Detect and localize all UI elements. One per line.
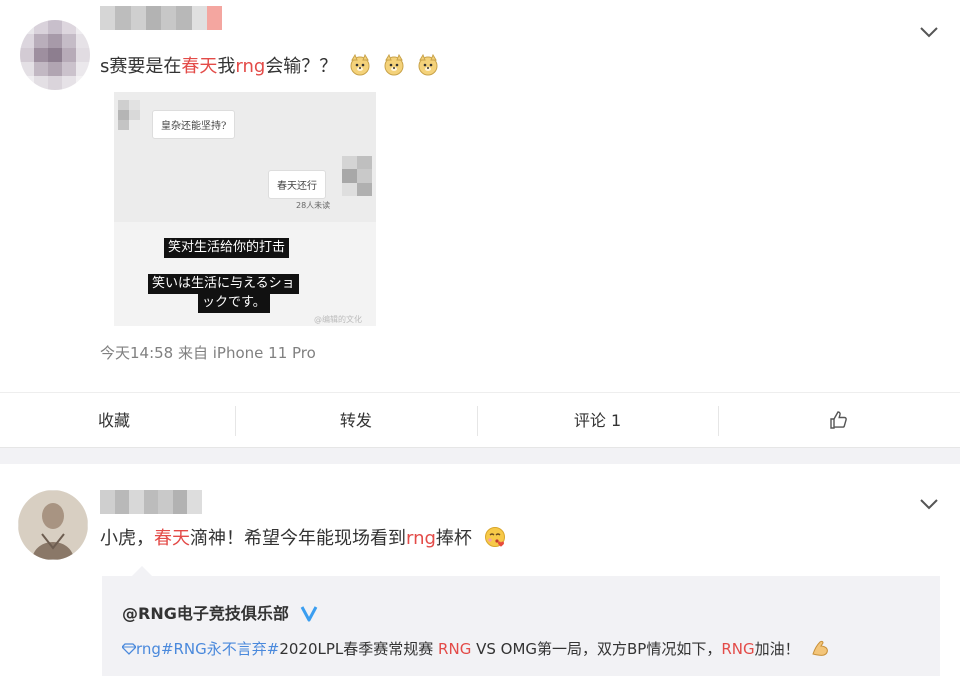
favorite-button[interactable]: 收藏 [0, 406, 235, 436]
weibo-reply-card: 小虎，春天滴神！希望今年能现场看到rng捧杯 @RNG电子竞技俱乐部 rng#R… [0, 464, 960, 676]
verified-icon [301, 606, 318, 622]
post-meta: 今天14:58 来自 iPhone 11 Pro [100, 344, 316, 362]
doge-emoji-icon [384, 54, 404, 76]
avatar-image [18, 490, 88, 560]
kiss-emoji-icon [484, 527, 505, 547]
chat-bubble-left: 皇杂还能坚持? [152, 110, 236, 139]
quote-arrow [132, 566, 152, 576]
read-count: 28人未读 [296, 201, 331, 210]
avatar-mosaic [20, 20, 90, 90]
watermark: @编辑的文化 [314, 315, 362, 324]
repost-button[interactable]: 转发 [235, 405, 477, 436]
chevron-down-icon[interactable] [918, 24, 940, 40]
post-text-highlight: rng [235, 56, 266, 77]
like-button[interactable] [718, 405, 960, 436]
quote-body-part: VS OMG第一局，双方BP情况如下， [471, 640, 722, 658]
favorite-label: 收藏 [98, 410, 131, 430]
post-text-highlight: 春天 [181, 56, 218, 77]
username-blurred[interactable] [100, 6, 222, 30]
post-image[interactable]: 皇杂还能坚持? 春天还行 28人未读 笑对生活给你的打击 笑いは生活に与えるショ… [114, 92, 376, 326]
post-text-part: 我 [217, 56, 236, 77]
comment-button[interactable]: 评论 1 [476, 405, 719, 436]
topic-link-hashtag[interactable]: #RNG永不言弃# [161, 640, 279, 658]
quote-body-part: 加油！ [754, 640, 800, 658]
quote-body: rng#RNG永不言弃#2020LPL春季赛常规赛 RNG VS OMG第一局，… [121, 636, 832, 659]
doge-emoji-icon [418, 54, 438, 76]
username-blurred[interactable] [100, 490, 202, 514]
quote-author[interactable]: @RNG电子竞技俱乐部 [122, 600, 318, 624]
avatar[interactable] [18, 490, 88, 560]
post-text: s赛要是在春天我rng会输？？ [100, 54, 439, 80]
chevron-down-icon[interactable] [918, 496, 940, 512]
reply-text-part: 滴神！希望今年能现场看到 [190, 528, 406, 549]
action-bar: 收藏 转发 评论 1 [0, 392, 960, 448]
doge-emoji-icon [350, 54, 370, 76]
subtitle-japanese-2: ックです。 [198, 293, 270, 313]
reply-text: 小虎，春天滴神！希望今年能现场看到rng捧杯 [100, 526, 506, 552]
weibo-post-card: s赛要是在春天我rng会输？？ 皇杂还能坚持? 春天还行 28人未读 笑对生活给… [0, 0, 960, 448]
avatar[interactable] [20, 20, 90, 90]
thumbs-up-icon [830, 410, 848, 429]
comment-label: 评论 1 [573, 410, 622, 430]
chat-bubble-right: 春天还行 [268, 170, 326, 199]
reply-text-part: 小虎， [100, 528, 154, 549]
quoted-post[interactable]: @RNG电子竞技俱乐部 rng#RNG永不言弃#2020LPL春季赛常规赛 RN… [102, 566, 940, 676]
reply-text-highlight: 春天 [154, 528, 190, 549]
repost-label: 转发 [339, 410, 372, 430]
diamond-icon [121, 643, 137, 655]
quote-author-name: @RNG电子竞技俱乐部 [122, 604, 289, 623]
post-text-part: 会输？？ [265, 56, 338, 77]
quote-body-highlight: RNG [438, 640, 472, 658]
subtitle-chinese: 笑对生活给你的打击 [164, 238, 290, 258]
reply-text-highlight: rng [406, 528, 436, 549]
quote-body-part: 2020LPL春季赛常规赛 [279, 640, 439, 658]
quote-body-highlight: RNG [721, 640, 755, 658]
post-text-part: s赛要是在 [100, 56, 182, 77]
chat-avatar-mosaic [118, 100, 140, 130]
subtitle-japanese-1: 笑いは生活に与えるショ [148, 274, 299, 294]
chat-avatar-mosaic [342, 156, 372, 196]
flexed-bicep-icon [812, 640, 829, 656]
reply-text-part: 捧杯 [435, 528, 472, 549]
topic-link-rng[interactable]: rng [136, 640, 161, 658]
